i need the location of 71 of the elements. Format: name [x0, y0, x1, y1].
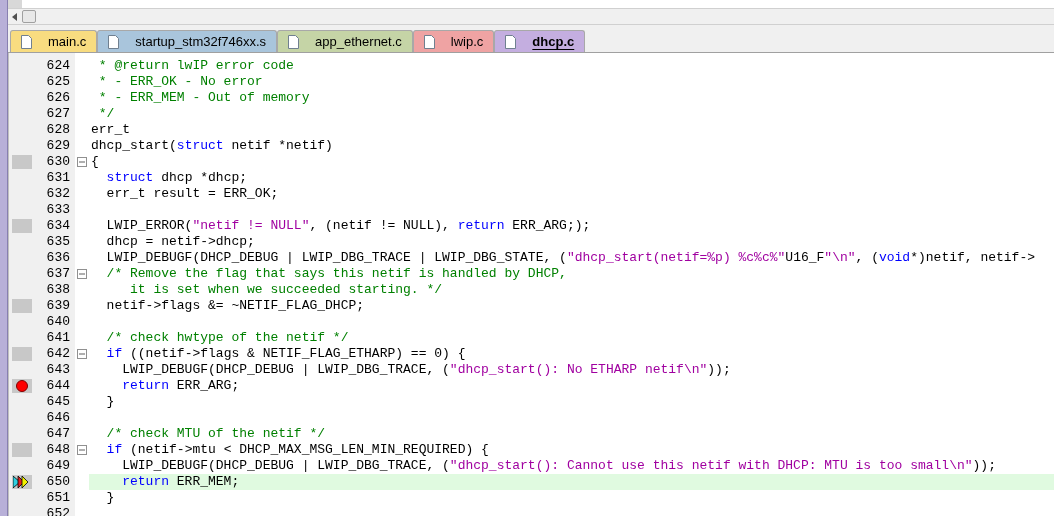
collapse-icon[interactable]: [77, 157, 87, 167]
line-number: 625: [46, 74, 70, 89]
line-number: 628: [46, 122, 70, 137]
code-line: LWIP_DEBUGF(DHCP_DEBUG | LWIP_DBG_TRACE, ("dhcp_start(): Cannot use this netif with DHCP: MTU is too small\n"));: [121, 458, 997, 474]
code-line: LWIP_DEBUGF(DHCP_DEBUG | LWIP_DBG_TRACE, ("dhcp_start(): No ETHARP netif\n"));: [121, 362, 732, 378]
code-line: * @return lwIP error code: [97, 58, 295, 74]
code-line: LWIP_ERROR("netif != NULL", (netif != NULL), return ERR_ARG;);: [105, 218, 592, 234]
code-line: netif->flags &= ~NETIF_FLAG_DHCP;: [105, 298, 366, 314]
code-line: /* check hwtype of the netif */: [105, 330, 350, 346]
code-line: * - ERR_OK - No error: [97, 74, 264, 90]
line-number: 639: [46, 298, 70, 313]
file-tab[interactable]: app_ethernet.c: [277, 30, 413, 52]
line-number: 631: [46, 170, 70, 185]
code-line: if ((netif->flags & NETIF_FLAG_ETHARP) == 0) {: [105, 346, 467, 362]
code-line: }: [105, 394, 116, 410]
code-line: dhcp = netif->dhcp;: [105, 234, 256, 250]
code-line: dhcp_start(struct netif *netif): [90, 138, 334, 154]
collapse-icon[interactable]: [77, 269, 87, 279]
line-number: 650: [46, 474, 70, 489]
code-line: {: [90, 154, 100, 170]
code-line: struct dhcp *dhcp;: [105, 170, 249, 186]
file-tab[interactable]: lwip.c: [412, 30, 495, 52]
line-number: 624: [46, 58, 70, 73]
line-number: 640: [46, 314, 70, 329]
line-number: 638: [46, 282, 70, 297]
line-number: 635: [46, 234, 70, 249]
line-number: 634: [46, 218, 70, 233]
line-number: 637: [46, 266, 70, 281]
file-icon: [505, 34, 517, 49]
line-number: 647: [46, 426, 70, 441]
code-line: err_t result = ERR_OK;: [105, 186, 280, 202]
code-line: return ERR_ARG;: [121, 378, 241, 394]
line-number: 641: [46, 330, 70, 345]
code-line: if (netif->mtu < DHCP_MAX_MSG_LEN_MIN_REQUIRED) {: [105, 442, 490, 458]
line-number: 627: [46, 106, 70, 121]
code-line: * - ERR_MEM - Out of memory: [97, 90, 311, 106]
file-tab[interactable]: startup_stm32f746xx.s: [97, 30, 278, 52]
line-number: 632: [46, 186, 70, 201]
current-line-highlight: return ERR_MEM;: [89, 474, 1054, 490]
line-number: 642: [46, 346, 70, 361]
line-number: 643: [46, 362, 70, 377]
line-number: 646: [46, 410, 70, 425]
file-icon: [423, 34, 435, 49]
scroll-thumb[interactable]: [22, 10, 36, 23]
code-line: /* check MTU of the netif */: [105, 426, 327, 442]
file-tab[interactable]: dhcp.c: [494, 30, 586, 52]
line-number: 651: [46, 490, 70, 505]
horizontal-scrollbar[interactable]: [8, 8, 1054, 25]
line-number: 633: [46, 202, 70, 217]
line-number: 636: [46, 250, 70, 265]
file-icon: [108, 34, 120, 49]
file-icon: [288, 34, 300, 49]
code-line: err_t: [90, 122, 131, 138]
collapse-icon[interactable]: [77, 445, 87, 455]
breakpoint-icon[interactable]: [16, 380, 28, 392]
line-number: 649: [46, 458, 70, 473]
scroll-left-icon[interactable]: [12, 12, 18, 21]
line-number: 648: [46, 442, 70, 457]
collapse-icon[interactable]: [77, 349, 87, 359]
file-icon: [21, 34, 32, 49]
line-number: 644: [46, 378, 70, 393]
code-line: LWIP_DEBUGF(DHCP_DEBUG | LWIP_DBG_TRACE | LWIP_DBG_STATE, ("dhcp_start(netif=%p) %c%c%"U16_F"\n", (void*)netif, netif->: [105, 250, 1036, 266]
code-line: }: [105, 490, 116, 506]
file-tab[interactable]: main.c: [10, 30, 98, 52]
code-line: /* Remove the flag that says this netif is handled by DHCP,: [105, 266, 568, 282]
code-line: */: [97, 106, 116, 122]
line-number: 645: [46, 394, 70, 409]
code-line: it is set when we succeeded starting. */: [129, 282, 444, 298]
line-number: 629: [46, 138, 70, 153]
line-number: 626: [46, 90, 70, 105]
line-number: 630: [46, 154, 70, 169]
